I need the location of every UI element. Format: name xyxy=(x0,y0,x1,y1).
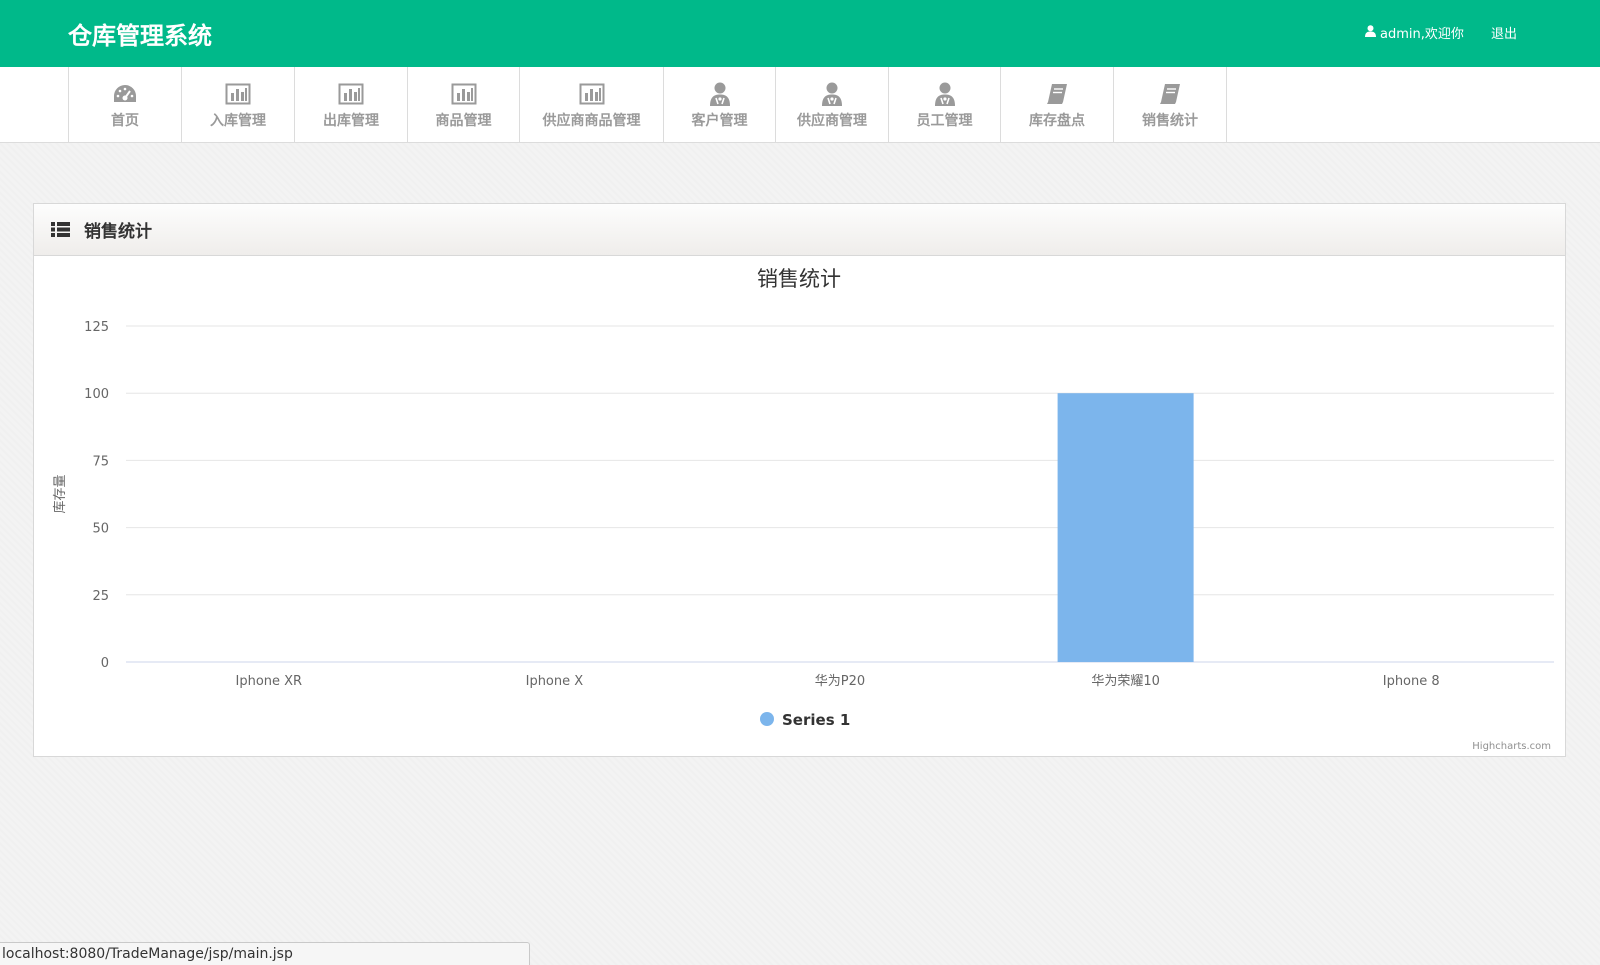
bar-chart-icon xyxy=(338,81,364,107)
x-tick-label: Iphone X xyxy=(526,674,584,689)
nav-item-label: 供应商商品管理 xyxy=(542,112,641,129)
nav-item-6[interactable]: 供应商管理 xyxy=(776,67,889,143)
nav-item-label: 首页 xyxy=(111,112,139,129)
y-tick-label: 75 xyxy=(92,454,109,469)
main-nav: 首页 入库管理 出库管理 商品管理 供应商商品管理 客户管理 供应商管理 员工管理 库存盘点 销售… xyxy=(0,67,1600,143)
nav-item-7[interactable]: 员工管理 xyxy=(889,67,1001,143)
top-header: 仓库管理系统 admin,欢迎你 退出 xyxy=(0,0,1600,67)
bar-chart-icon xyxy=(451,81,477,107)
x-tick-label: 华为荣耀10 xyxy=(1091,674,1160,689)
dashboard-icon xyxy=(112,81,138,107)
panel-header: 销售统计 xyxy=(34,204,1565,256)
y-tick-label: 0 xyxy=(101,656,109,671)
sales-chart-svg: 销售统计 0 25 50 75 100 125 库存量 Iphone XR Iphone X 华为P… xyxy=(52,267,1554,729)
y-tick-label: 125 xyxy=(84,320,109,335)
nav-item-3[interactable]: 商品管理 xyxy=(408,67,520,143)
nav-item-4[interactable]: 供应商商品管理 xyxy=(520,67,664,143)
nav-item-label: 员工管理 xyxy=(916,112,973,129)
x-tick-label: Iphone 8 xyxy=(1383,674,1440,689)
nav-items: 首页 入库管理 出库管理 商品管理 供应商商品管理 客户管理 供应商管理 员工管理 库存盘点 销售… xyxy=(68,67,1227,143)
nav-item-1[interactable]: 入库管理 xyxy=(182,67,295,143)
nav-item-2[interactable]: 出库管理 xyxy=(295,67,408,143)
user-icon xyxy=(934,81,956,107)
logout-link[interactable]: 退出 xyxy=(1491,23,1517,42)
x-tick-label: 华为P20 xyxy=(815,674,865,689)
chart-title: 销售统计 xyxy=(757,267,841,291)
bar-chart-icon xyxy=(225,81,251,107)
chart-credit[interactable]: Highcharts.com xyxy=(1472,741,1551,752)
user-icon xyxy=(1365,24,1380,41)
panel-title: 销售统计 xyxy=(84,222,152,242)
nav-item-label: 商品管理 xyxy=(435,112,492,129)
nav-item-0[interactable]: 首页 xyxy=(69,67,182,143)
legend-marker xyxy=(760,712,774,726)
nav-item-label: 供应商管理 xyxy=(797,112,867,129)
user-greeting: admin,欢迎你 xyxy=(1365,23,1464,42)
nav-item-label: 入库管理 xyxy=(210,112,266,129)
bar-chart-icon xyxy=(579,81,605,107)
nav-item-label: 出库管理 xyxy=(323,112,379,129)
sales-chart: 销售统计 0 25 50 75 100 125 库存量 Iphone XR Iphone X 华为P… xyxy=(34,256,1565,756)
bar xyxy=(1057,393,1194,662)
nav-item-label: 销售统计 xyxy=(1142,112,1198,129)
app-title: 仓库管理系统 xyxy=(68,22,212,50)
user-greeting-text: admin,欢迎你 xyxy=(1380,27,1464,42)
browser-status-bar: localhost:8080/TradeManage/jsp/main.jsp xyxy=(0,942,530,965)
legend-label: Series 1 xyxy=(782,711,850,729)
y-tick-label: 25 xyxy=(92,589,109,604)
book-icon xyxy=(1045,81,1069,107)
book-icon xyxy=(1158,81,1182,107)
list-icon xyxy=(51,222,70,237)
x-tick-label: Iphone XR xyxy=(236,674,303,689)
sales-stats-panel: 销售统计 销售统计 0 25 50 75 100 125 库存量 Iphone XR Iphone… xyxy=(33,203,1566,757)
y-axis-label: 库存量 xyxy=(52,474,68,513)
user-icon xyxy=(709,81,731,107)
nav-item-label: 客户管理 xyxy=(691,112,748,129)
y-tick-label: 50 xyxy=(92,522,109,537)
nav-item-9[interactable]: 销售统计 xyxy=(1114,67,1227,143)
nav-item-label: 库存盘点 xyxy=(1029,112,1085,129)
user-icon xyxy=(821,81,843,107)
y-tick-label: 100 xyxy=(84,387,109,402)
nav-item-5[interactable]: 客户管理 xyxy=(664,67,776,143)
nav-item-8[interactable]: 库存盘点 xyxy=(1001,67,1114,143)
